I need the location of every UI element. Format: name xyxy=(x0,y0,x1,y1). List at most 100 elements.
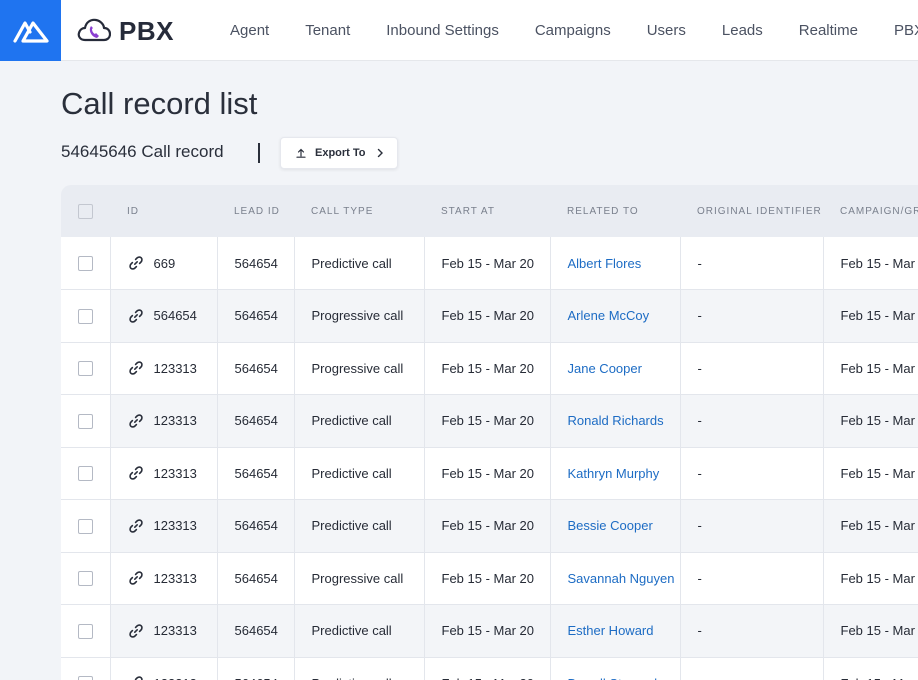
record-id: 123313 xyxy=(153,570,197,586)
table-row[interactable]: 123313564654Predictive callFeb 15 - Mar … xyxy=(61,499,918,553)
link-icon[interactable] xyxy=(128,570,144,586)
divider xyxy=(258,143,260,163)
cell-start-at: Feb 15 - Mar 20 xyxy=(424,342,551,395)
table-row[interactable]: 123313564654Predictive callFeb 15 - Mar … xyxy=(61,604,918,658)
nav-item-users[interactable]: Users xyxy=(635,22,686,39)
row-checkbox[interactable] xyxy=(77,308,93,324)
chevron-right-icon xyxy=(376,148,384,158)
related-to-link[interactable]: Jane Cooper xyxy=(568,361,642,376)
table-row[interactable]: 123313564654Predictive callFeb 15 - Mar … xyxy=(61,394,918,448)
cell-campaign: Feb 15 - Mar 20 xyxy=(823,604,918,658)
nav-item-realtime[interactable]: Realtime xyxy=(787,22,858,39)
cell-lead-id: 564654 xyxy=(217,657,295,680)
link-icon[interactable] xyxy=(128,675,144,680)
cell-campaign: Feb 15 - Mar 20 xyxy=(823,394,918,448)
cell-start-at: Feb 15 - Mar 20 xyxy=(424,657,551,680)
row-checkbox[interactable] xyxy=(77,623,93,639)
related-to-link[interactable]: Darrell Steward xyxy=(568,676,658,680)
select-all-checkbox[interactable] xyxy=(78,203,93,219)
record-id: 123313 xyxy=(153,465,197,481)
cell-campaign: Feb 15 - Mar 20 xyxy=(823,657,918,680)
cell-lead-id: 564654 xyxy=(217,289,295,343)
nav-item-inbound-settings[interactable]: Inbound Settings xyxy=(374,22,499,39)
column-header-lead-id[interactable]: LEAD ID xyxy=(217,185,294,237)
cell-start-at: Feb 15 - Mar 20 xyxy=(424,447,551,500)
table-row[interactable]: 123313564654Predictive callFeb 15 - Mar … xyxy=(61,447,918,500)
link-icon[interactable] xyxy=(128,413,144,429)
row-checkbox[interactable] xyxy=(77,256,93,272)
column-header-original-identifier[interactable]: ORIGINAL IDENTIFIER xyxy=(680,185,823,237)
cell-call-type: Predictive call xyxy=(294,604,425,658)
upload-icon xyxy=(296,148,306,158)
cell-start-at: Feb 15 - Mar 20 xyxy=(424,499,551,553)
nav-item-agent[interactable]: Agent xyxy=(218,22,269,39)
row-checkbox[interactable] xyxy=(77,518,93,534)
cell-campaign: Feb 15 - Mar 20 xyxy=(823,342,918,395)
cell-call-type: Predictive call xyxy=(294,657,425,680)
row-checkbox[interactable] xyxy=(77,676,93,680)
row-checkbox[interactable] xyxy=(77,413,93,429)
cell-original-identifier: - xyxy=(680,604,824,658)
link-icon[interactable] xyxy=(128,308,144,324)
column-header-campaign[interactable]: CAMPAIGN/GR xyxy=(823,185,918,237)
related-to-link[interactable]: Arlene McCoy xyxy=(568,308,650,323)
related-to-link[interactable]: Kathryn Murphy xyxy=(568,466,660,481)
cell-related-to: Savannah Nguyen xyxy=(550,552,681,605)
table-row[interactable]: 669 564654 Predictive call Feb 15 - Mar 20 A… xyxy=(61,237,918,290)
cell-call-type: Predictive call xyxy=(294,237,425,290)
related-to-link[interactable]: Savannah Nguyen xyxy=(568,571,675,586)
table-row[interactable]: 123313 564654 Progressive call Feb 15 - Mar… xyxy=(61,342,918,395)
record-id: 123313 xyxy=(153,360,197,376)
row-select-cell xyxy=(61,499,111,553)
cell-original-identifier: - xyxy=(680,237,824,290)
cell-related-to: Darrell Steward xyxy=(550,657,681,680)
cell-campaign: Feb 15 - Mar 20 xyxy=(823,499,918,553)
link-icon[interactable] xyxy=(128,465,144,481)
table-row[interactable]: 564654 564654 Progressive call Feb 15 - Mar… xyxy=(61,289,918,343)
related-to-link[interactable]: Bessie Cooper xyxy=(568,518,653,533)
page-title: Call record list xyxy=(61,86,258,121)
cell-id: 123313 xyxy=(110,657,218,680)
row-select-cell xyxy=(61,604,111,658)
link-icon[interactable] xyxy=(128,255,144,271)
cell-lead-id: 564654 xyxy=(217,394,295,448)
related-to-link[interactable]: Albert Flores xyxy=(568,256,642,271)
nav-item-tenant[interactable]: Tenant xyxy=(293,22,350,39)
pbx-cloud-icon xyxy=(77,18,111,42)
record-id: 123313 xyxy=(154,676,197,680)
link-icon[interactable] xyxy=(128,518,144,534)
app-logo[interactable] xyxy=(0,0,61,61)
row-select-cell xyxy=(61,394,111,448)
record-id: 669 xyxy=(153,255,176,271)
cell-lead-id: 564654 xyxy=(217,604,295,658)
nav-item-pbx[interactable]: PBX xyxy=(882,22,918,39)
column-header-start-at[interactable]: START AT xyxy=(424,185,550,237)
export-label: Export To xyxy=(315,147,366,159)
cell-campaign: Feb 15 - Mar 20 xyxy=(823,237,918,290)
cell-original-identifier: - xyxy=(680,657,824,680)
select-all-cell xyxy=(61,185,110,237)
export-button[interactable]: Export To xyxy=(280,137,398,169)
row-select-cell xyxy=(61,447,111,500)
cell-call-type: Progressive call xyxy=(294,289,425,343)
cell-lead-id: 564654 xyxy=(217,499,295,553)
link-icon[interactable] xyxy=(128,360,144,376)
related-to-link[interactable]: Esther Howard xyxy=(568,623,654,638)
link-icon[interactable] xyxy=(128,623,144,639)
table-row[interactable]: 123313 564654 Progressive call Feb 15 - Mar… xyxy=(61,552,918,605)
pbx-brand[interactable]: PBX xyxy=(77,14,174,48)
nav-item-campaigns[interactable]: Campaigns xyxy=(523,22,611,39)
column-header-id[interactable]: ID xyxy=(110,185,217,237)
row-checkbox[interactable] xyxy=(77,571,93,587)
row-checkbox[interactable] xyxy=(77,466,93,482)
table-row[interactable]: 123313564654Predictive callFeb 15 - Mar … xyxy=(61,657,918,680)
nav-item-leads[interactable]: Leads xyxy=(710,22,763,39)
cell-call-type: Predictive call xyxy=(294,394,425,448)
row-checkbox[interactable] xyxy=(77,361,93,377)
column-header-call-type[interactable]: CALL TYPE xyxy=(294,185,424,237)
cell-related-to: Albert Flores xyxy=(550,237,681,290)
related-to-link[interactable]: Ronald Richards xyxy=(568,413,664,428)
cell-start-at: Feb 15 - Mar 20 xyxy=(424,604,551,658)
cell-campaign: Feb 15 - Mar 20 xyxy=(823,447,918,500)
column-header-related-to[interactable]: RELATED TO xyxy=(550,185,680,237)
